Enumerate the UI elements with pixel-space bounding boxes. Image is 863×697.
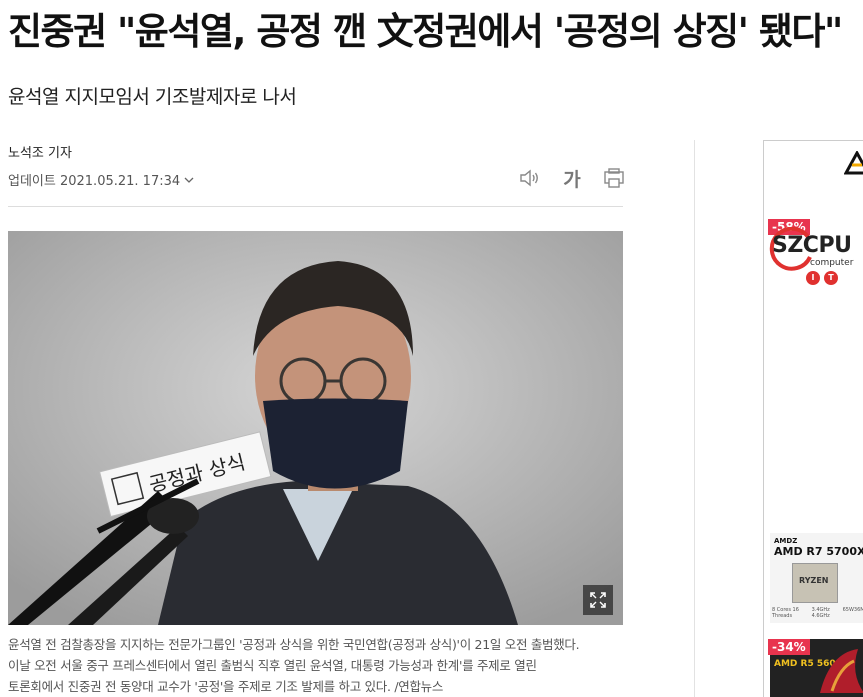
chevron-down-icon — [184, 177, 194, 183]
caption-line: 이날 오전 서울 중구 프레스센터에서 열린 출범식 직후 열린 윤석열, 대통… — [8, 658, 537, 673]
product-art-icon — [820, 649, 863, 693]
update-timestamp[interactable]: 업데이트 2021.05.21. 17:34 — [8, 170, 194, 189]
photo-caption: 윤석열 전 검찰총장을 지지하는 전문가그룹인 '공정과 상식을 위한 국민연합… — [8, 634, 623, 697]
caption-line: 윤석열 전 검찰총장을 지지하는 전문가그룹인 '공정과 상식을 위한 국민연합… — [8, 637, 580, 652]
chip-label: RYZEN — [799, 576, 829, 585]
article-photo[interactable]: 공정과 상식 — [8, 231, 623, 625]
text-to-speech-button[interactable] — [518, 166, 542, 190]
spec: 36MB — [853, 607, 863, 613]
product-specs: 8 Cores 16 Threads 3.4GHz 4.6GHz 65W 36M… — [772, 607, 863, 619]
expand-icon — [590, 592, 606, 608]
ad-product-card[interactable]: AMDZ AMD R7 5700X RYZEN 8 Cores 16 Threa… — [770, 533, 863, 623]
font-size-button[interactable]: 가 — [560, 166, 584, 191]
update-label: 업데이트 2021.05.21. 17:34 — [8, 174, 181, 189]
speaker-icon — [520, 169, 538, 187]
spec: 3.4GHz 4.6GHz — [811, 607, 830, 619]
caption-line: 토론회에서 진중권 전 동양대 교수가 '공정'을 주제로 기조 발제를 하고 … — [8, 679, 444, 694]
ad-logo-icon — [844, 151, 863, 175]
store-it-letter: T — [824, 271, 838, 285]
store-it-letter: I — [806, 271, 820, 285]
expand-photo-button[interactable] — [583, 585, 613, 615]
product-model: AMD R7 5700X — [774, 545, 863, 558]
header-divider — [8, 206, 623, 207]
column-divider — [694, 140, 695, 697]
article-tools: 가 — [518, 166, 626, 191]
discount-badge: -34% — [768, 639, 810, 655]
store-subtitle: computer — [810, 258, 854, 268]
print-icon — [604, 168, 624, 188]
spec: 65W — [842, 607, 854, 613]
product-brand: AMDZ — [774, 537, 798, 545]
spec: 8 Cores 16 Threads — [772, 607, 799, 619]
subheadline: 윤석열 지지모임서 기조발제자로 나서 — [8, 86, 297, 108]
photo-illustration: 공정과 상식 — [8, 231, 623, 625]
print-button[interactable] — [602, 166, 626, 190]
headline: 진중권 "윤석열, 공정 깬 文정권에서 '공정의 상징' 됐다" — [8, 10, 843, 53]
sidebar-ad[interactable]: -58% SZCPU computer I T AMDZ AMD R7 5700… — [763, 140, 863, 697]
byline[interactable]: 노석조 기자 — [8, 142, 72, 161]
store-name: SZCPU — [772, 233, 852, 258]
cpu-chip-image: RYZEN — [792, 563, 838, 603]
